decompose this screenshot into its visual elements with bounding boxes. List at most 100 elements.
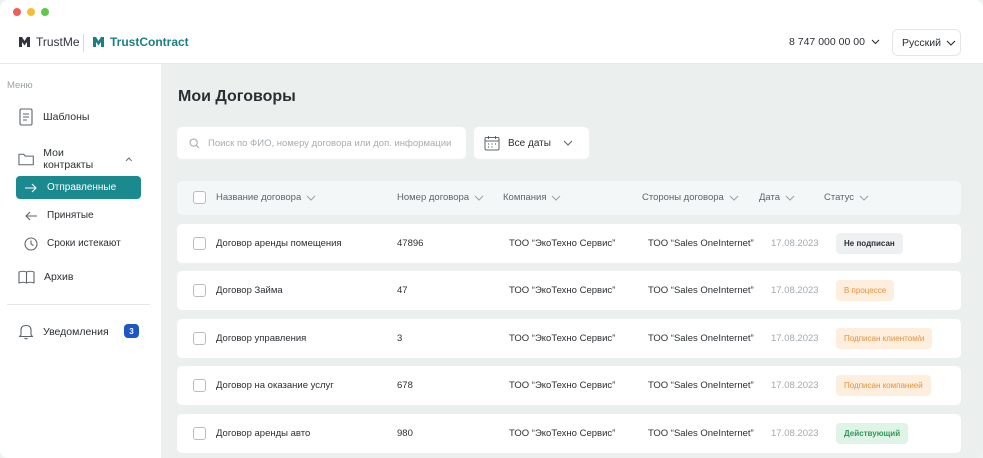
- contract-company: ТОО “ЭкоТехно Сервис”: [509, 285, 616, 296]
- folder-icon: [18, 153, 34, 166]
- chevron-down-icon: [306, 195, 316, 201]
- sidebar-item-expiring[interactable]: Сроки истекают: [16, 232, 141, 255]
- contract-date: 17.08.2023: [771, 333, 819, 344]
- sidebar-item-label: Принятые: [47, 210, 94, 221]
- minimize-window-button[interactable]: [27, 8, 35, 16]
- trustcontract-logo-icon: [93, 37, 104, 47]
- sidebar-item-sent[interactable]: Отправленные: [16, 176, 141, 199]
- column-header-parties[interactable]: Стороны договора: [642, 192, 739, 203]
- search-icon: [189, 137, 200, 148]
- table-row[interactable]: Договор управления 3 ТОО “ЭкоТехно Серви…: [177, 319, 961, 358]
- sidebar-item-label: Уведомления: [43, 325, 109, 338]
- bell-icon: [18, 324, 34, 340]
- chevron-down-icon: [946, 40, 956, 46]
- title-bar: [0, 0, 983, 24]
- row-checkbox[interactable]: [193, 379, 206, 392]
- chevron-down-icon: [859, 195, 869, 201]
- column-header-name[interactable]: Название договора: [216, 192, 316, 203]
- column-header-label: Компания: [503, 192, 547, 203]
- column-header-number[interactable]: Номер договора: [397, 192, 484, 203]
- chevron-down-icon: [871, 39, 880, 45]
- contract-date: 17.08.2023: [771, 428, 819, 439]
- contract-name: Договор аренды авто: [216, 428, 311, 439]
- language-label: Русский: [902, 36, 941, 49]
- app-window: TrustMe TrustContract 8 747 000 00 00 Ру…: [0, 0, 983, 458]
- column-header-date[interactable]: Дата: [759, 192, 795, 203]
- status-badge: Подписан клиентом/и: [836, 328, 933, 349]
- page-title: Мои Договоры: [178, 88, 296, 105]
- contract-number: 980: [397, 428, 413, 439]
- sidebar-item-label: Сроки истекают: [47, 238, 121, 249]
- book-icon: [18, 270, 35, 284]
- row-checkbox[interactable]: [193, 427, 206, 440]
- table-row[interactable]: Договор аренды авто 980 ТОО “ЭкоТехно Се…: [177, 414, 961, 453]
- trustme-logo-icon: [19, 37, 30, 47]
- trustcontract-logo[interactable]: TrustContract: [92, 35, 189, 49]
- document-icon: [19, 108, 33, 126]
- menu-caption: Меню: [7, 80, 33, 91]
- chevron-down-icon: [552, 195, 561, 201]
- column-header-label: Номер договора: [397, 192, 470, 203]
- row-checkbox[interactable]: [193, 332, 206, 345]
- contract-number: 47896: [397, 238, 424, 249]
- column-header-label: Стороны договора: [642, 192, 724, 203]
- table-header: Название договора Номер договора Компани…: [177, 181, 961, 215]
- contract-company: ТОО “ЭкоТехно Сервис”: [509, 428, 616, 439]
- contract-company: ТОО “ЭкоТехно Сервис”: [509, 380, 616, 391]
- row-checkbox[interactable]: [193, 284, 206, 297]
- column-header-label: Дата: [759, 192, 781, 203]
- column-header-status[interactable]: Статус: [824, 192, 869, 203]
- select-all-checkbox[interactable]: [193, 191, 206, 204]
- language-select[interactable]: Русский: [892, 29, 961, 56]
- table-row[interactable]: Договор Займа 47 ТОО “ЭкоТехно Сервис” Т…: [177, 271, 961, 310]
- table-row[interactable]: Договор аренды помещения 47896 ТОО “ЭкоТ…: [177, 224, 961, 263]
- contract-name: Договор управления: [216, 333, 307, 344]
- search-box[interactable]: [177, 127, 466, 159]
- contract-name: Договор аренды помещения: [216, 238, 342, 249]
- contract-number: 3: [397, 333, 403, 344]
- status-badge: Подписан компанией: [836, 375, 931, 396]
- maximize-window-button[interactable]: [41, 8, 49, 16]
- sidebar-item-notifications[interactable]: Уведомления: [18, 323, 109, 340]
- status-badge: В процессе: [836, 280, 895, 301]
- chevron-down-icon: [729, 195, 739, 201]
- trustcontract-brand-text: TrustContract: [110, 35, 189, 49]
- chevron-down-icon: [563, 140, 573, 146]
- status-badge: Действующий: [836, 423, 909, 444]
- contract-name: Договор на оказание услуг: [216, 380, 334, 391]
- table-row[interactable]: Договор на оказание услуг 678 ТОО “ЭкоТе…: [177, 366, 961, 405]
- sidebar-divider: [7, 304, 150, 305]
- row-checkbox[interactable]: [193, 237, 206, 250]
- chevron-down-icon: [785, 195, 795, 201]
- sidebar-item-templates[interactable]: Шаблоны: [18, 108, 89, 126]
- phone-dropdown[interactable]: 8 747 000 00 00: [789, 36, 880, 48]
- trustme-logo[interactable]: TrustMe: [18, 35, 80, 49]
- contract-name: Договор Займа: [216, 285, 283, 296]
- sidebar: Меню Шаблоны Мои контракты Отправленные …: [0, 64, 161, 458]
- sidebar-item-label: Шаблоны: [43, 111, 90, 123]
- sidebar-item-received[interactable]: Принятые: [16, 204, 141, 227]
- status-badge: Не подписан: [836, 233, 903, 254]
- contract-company: ТОО “ЭкоТехно Сервис”: [509, 238, 616, 249]
- chevron-up-icon[interactable]: [125, 156, 133, 162]
- contract-parties: ТОО “Sales OneInternet”: [648, 238, 754, 249]
- arrow-right-icon: [25, 183, 37, 192]
- sidebar-item-my-contracts[interactable]: Мои контракты: [18, 147, 142, 171]
- contract-company: ТОО “ЭкоТехно Сервис”: [509, 333, 616, 344]
- contract-date: 17.08.2023: [771, 238, 819, 249]
- sidebar-item-label: Отправленные: [47, 182, 117, 193]
- contract-parties: ТОО “Sales OneInternet”: [648, 380, 754, 391]
- sidebar-item-label: Архив: [44, 271, 74, 283]
- trustme-brand-text: TrustMe: [36, 35, 80, 49]
- contract-number: 678: [397, 380, 413, 391]
- close-window-button[interactable]: [13, 8, 21, 16]
- contract-parties: ТОО “Sales OneInternet”: [648, 285, 754, 296]
- column-header-company[interactable]: Компания: [503, 192, 561, 203]
- column-header-label: Статус: [824, 192, 855, 203]
- top-header: TrustMe TrustContract 8 747 000 00 00 Ру…: [0, 24, 983, 64]
- sidebar-item-archive[interactable]: Архив: [18, 270, 73, 284]
- date-filter-dropdown[interactable]: Все даты: [474, 127, 589, 159]
- clock-icon: [24, 236, 38, 251]
- column-header-label: Название договора: [216, 192, 302, 203]
- search-input[interactable]: [208, 137, 466, 149]
